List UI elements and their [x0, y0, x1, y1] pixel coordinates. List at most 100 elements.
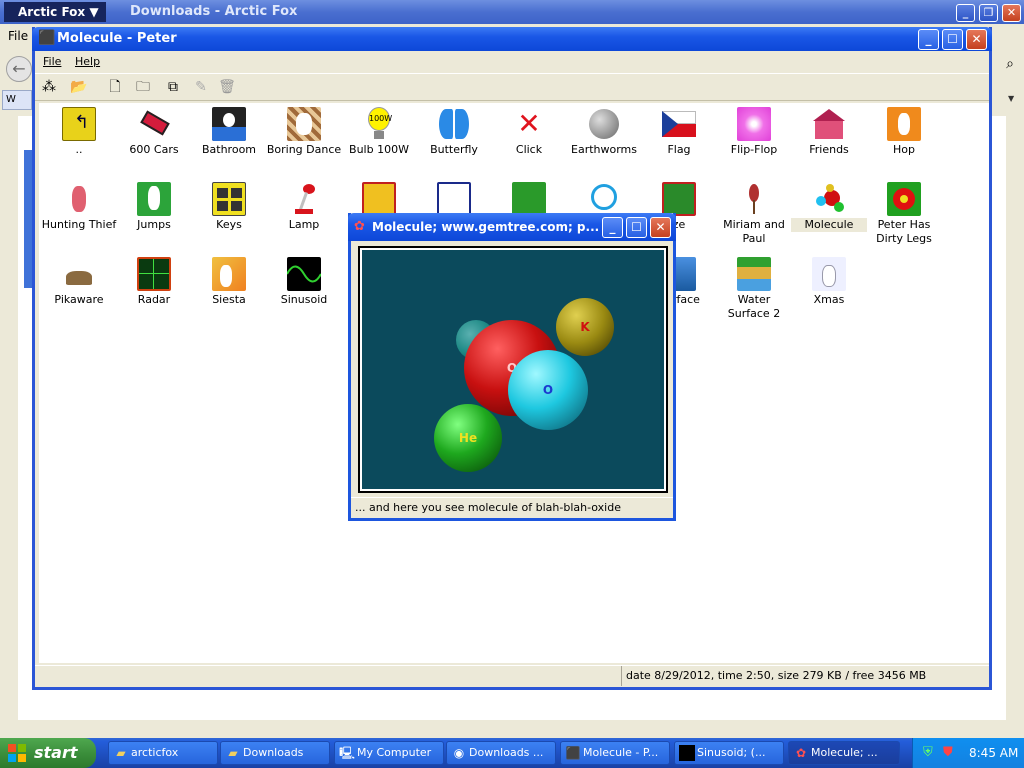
flag-icon: [662, 107, 696, 141]
folder-icon: ▰: [116, 746, 126, 760]
minimize-button[interactable]: _: [918, 29, 939, 50]
task-button-my-computer[interactable]: 🖳 My Computer: [334, 741, 444, 765]
open-folder-icon[interactable]: 📂: [69, 78, 89, 96]
browser-tab-label: W: [6, 94, 16, 105]
security-shield-icon[interactable]: ⛊: [943, 745, 953, 760]
icon-item-lamp[interactable]: Lamp: [266, 182, 342, 232]
icon-item-xmas[interactable]: Xmas: [791, 257, 867, 307]
arctic-fox-menu-button[interactable]: Arctic Fox ▼: [4, 2, 106, 22]
start-button[interactable]: start: [0, 738, 96, 768]
icon-item-siesta[interactable]: Siesta: [191, 257, 267, 307]
icon-item-up[interactable]: ↰ ..: [41, 107, 117, 157]
dropdown-arrow-icon: ▼: [89, 5, 99, 19]
icon-label: Sinusoid: [280, 293, 328, 306]
clock[interactable]: 8:45 AM: [969, 738, 1018, 768]
network-icon[interactable]: ⛨: [923, 745, 933, 760]
bg-restore-button[interactable]: ❐: [979, 4, 998, 22]
icon-item-earthworms[interactable]: Earthworms: [566, 107, 642, 157]
molecule-titlebar[interactable]: ✿ Molecule; www.gemtree.com; p... _ ☐ ✕: [348, 213, 676, 241]
up-folder-icon: ↰: [62, 107, 96, 141]
icon-item-jumps[interactable]: Jumps: [116, 182, 192, 232]
menu-file[interactable]: File: [43, 55, 61, 68]
icon-item-friends[interactable]: Friends: [791, 107, 867, 157]
status-text: date 8/29/2012, time 2:50, size 279 KB /…: [621, 666, 989, 686]
butterfly-icon: [437, 107, 471, 141]
molecule-maximize-button[interactable]: ☐: [626, 217, 647, 238]
maximize-button[interactable]: ☐: [942, 29, 963, 50]
new-file-icon[interactable]: 🗋: [105, 78, 125, 96]
icon-item-hunting-thief[interactable]: Hunting Thief: [41, 182, 117, 232]
bg-close-button[interactable]: ✕: [1002, 4, 1021, 22]
task-button-arcticfox[interactable]: ▰ arcticfox: [108, 741, 218, 765]
new-folder-icon[interactable]: 🗀: [133, 78, 153, 96]
window-icon: [362, 182, 396, 216]
icon-item-miriam-and-paul[interactable]: Miriam and Paul: [716, 182, 792, 246]
box-icon: [437, 182, 471, 216]
browser-tab[interactable]: W: [2, 90, 32, 110]
close-button[interactable]: ✕: [966, 29, 987, 50]
flower-icon: [887, 182, 921, 216]
icon-item-bathroom[interactable]: Bathroom: [191, 107, 267, 157]
icon-item-peter-has-dirty-legs[interactable]: Peter Has Dirty Legs: [866, 182, 942, 246]
task-label: Downloads ...: [469, 746, 544, 759]
rename-icon[interactable]: ✎: [191, 78, 211, 96]
scroll-down-arrow-icon[interactable]: ▼: [1008, 94, 1014, 103]
icon-item-bulb-100w[interactable]: 100W Bulb 100W: [341, 107, 417, 157]
explorer-title: Molecule - Peter: [57, 31, 177, 46]
copy-icon[interactable]: ⧉: [163, 78, 183, 96]
icon-item-pikaware[interactable]: Pikaware: [41, 257, 117, 307]
molecule-minimize-button[interactable]: _: [602, 217, 623, 238]
icon-label: Water Surface 2: [727, 293, 781, 320]
s-icon: [512, 182, 546, 216]
explorer-menubar: File Help: [35, 51, 989, 71]
sine-icon: [287, 257, 321, 291]
back-arrow-icon[interactable]: ←: [6, 56, 32, 82]
icon-item-butterfly[interactable]: Butterfly: [416, 107, 492, 157]
atom-label: He: [458, 431, 478, 445]
keys-icon: [212, 182, 246, 216]
maze-icon: [662, 182, 696, 216]
tree-icon[interactable]: ⁂: [39, 78, 59, 96]
bg-minimize-button[interactable]: _: [956, 4, 975, 22]
icon-label: Keys: [216, 218, 242, 231]
icon-item-flip-flop[interactable]: Flip-Flop: [716, 107, 792, 157]
icon-item-radar[interactable]: Radar: [116, 257, 192, 307]
icon-item-keys[interactable]: Keys: [191, 182, 267, 232]
atom-potassium: K: [556, 298, 614, 356]
task-button-molecule-peter[interactable]: ⬛ Molecule - P...: [560, 741, 670, 765]
icon-item-boring-dance[interactable]: Boring Dance: [266, 107, 342, 157]
icon-item-water-surface-2[interactable]: Water Surface 2: [716, 257, 792, 321]
task-label: Molecule; ...: [811, 746, 878, 759]
task-label: Downloads: [243, 746, 304, 759]
dance-icon: [287, 107, 321, 141]
icon-label: Molecule: [791, 218, 867, 232]
molecule-close-button[interactable]: ✕: [650, 217, 671, 238]
water-icon: [737, 257, 771, 291]
menu-help[interactable]: Help: [75, 55, 100, 68]
background-window-title: Downloads - Arctic Fox: [130, 4, 298, 19]
icon-label: Click: [515, 143, 543, 156]
xmas-icon: [812, 257, 846, 291]
explorer-titlebar[interactable]: ⬛ Molecule - Peter _ ☐ ✕: [32, 27, 992, 51]
app-icon: ⬛: [565, 746, 581, 760]
radar-icon: [137, 257, 171, 291]
task-button-molecule-active[interactable]: ✿ Molecule; ...: [788, 741, 900, 765]
search-icon[interactable]: ⌕: [998, 56, 1022, 78]
molecule-canvas[interactable]: O K O He: [358, 246, 668, 493]
icon-item-hop[interactable]: Hop: [866, 107, 942, 157]
molecule-window: ✿ Molecule; www.gemtree.com; p... _ ☐ ✕ …: [348, 213, 676, 521]
task-button-downloads-browser[interactable]: ◉ Downloads ...: [446, 741, 556, 765]
atom-label: K: [580, 320, 590, 334]
lamp-icon: [287, 182, 321, 216]
delete-icon[interactable]: 🗑: [217, 78, 237, 96]
icon-label: Peter Has Dirty Legs: [876, 218, 932, 245]
icon-item-600-cars[interactable]: 600 Cars: [116, 107, 192, 157]
task-button-downloads[interactable]: ▰ Downloads: [220, 741, 330, 765]
task-button-sinusoid[interactable]: Sinusoid; (...: [674, 741, 784, 765]
icon-item-molecule[interactable]: Molecule: [791, 182, 867, 232]
icon-item-sinusoid[interactable]: Sinusoid: [266, 257, 342, 307]
icon-label: Friends: [809, 143, 849, 156]
icon-item-click[interactable]: ✕ Click: [491, 107, 567, 157]
icon-item-flag[interactable]: Flag: [641, 107, 717, 157]
icon-label: Bulb 100W: [349, 143, 409, 156]
